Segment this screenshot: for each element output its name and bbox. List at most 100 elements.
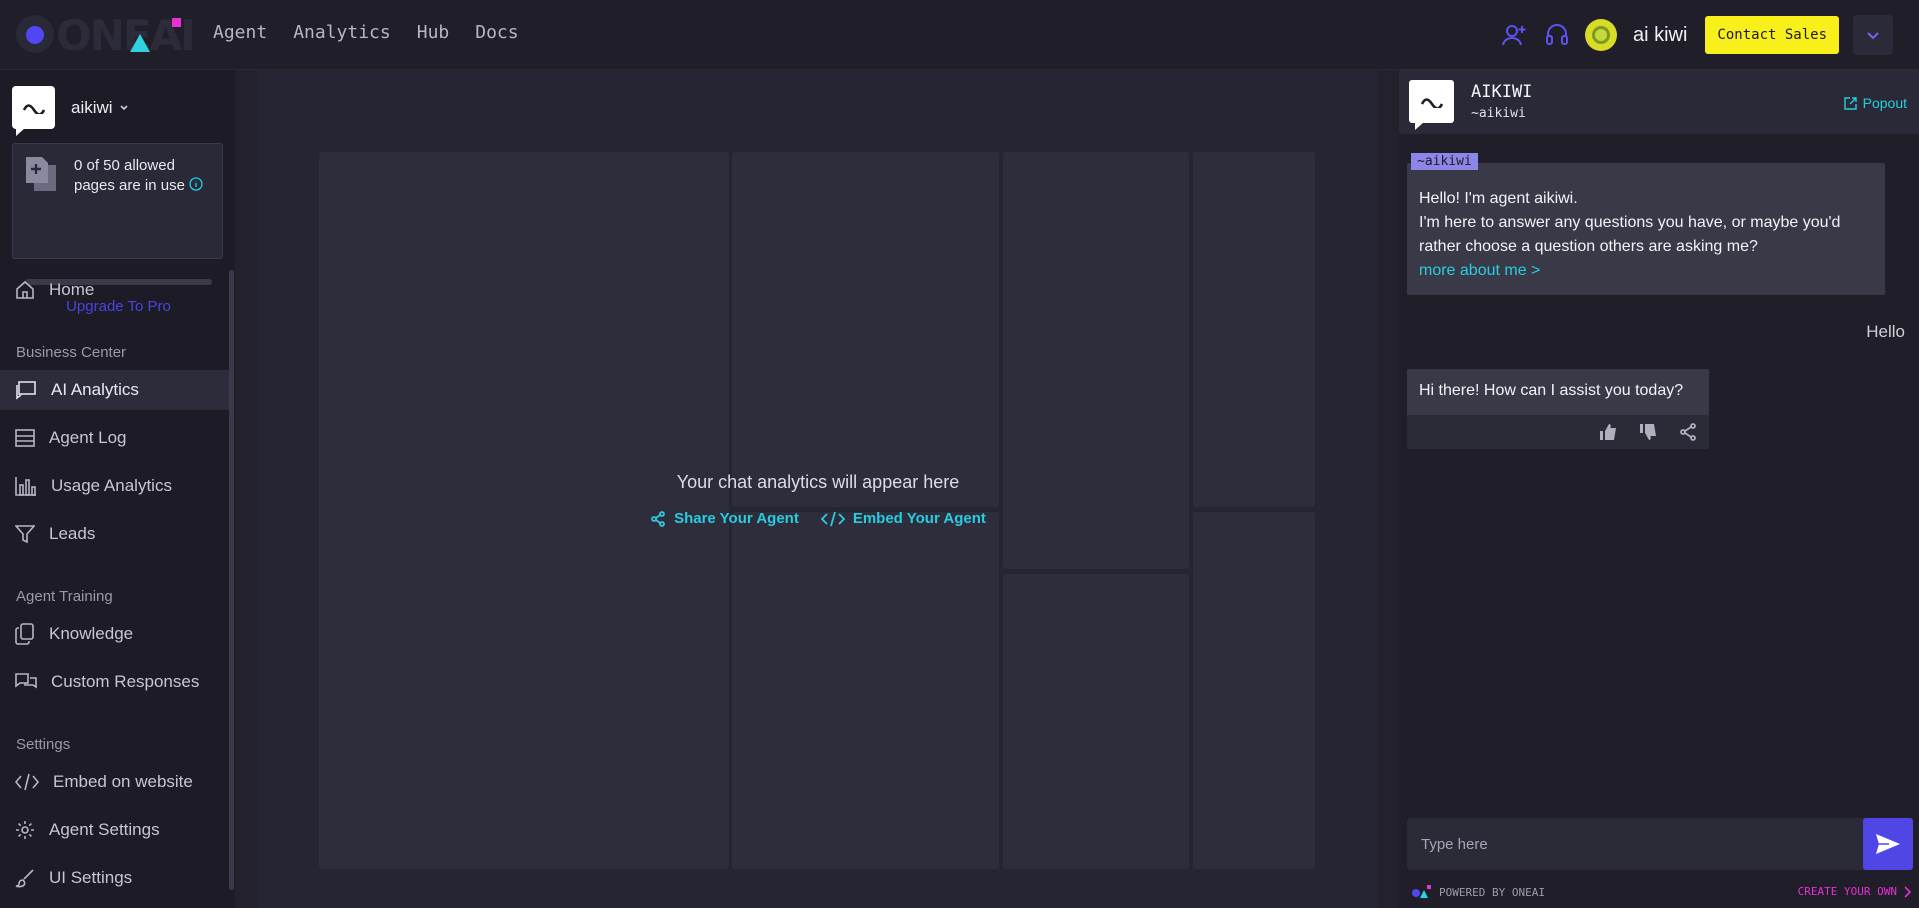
top-bar: ONEAI Agent Analytics Hub Docs ai kiwi C… bbox=[0, 0, 1919, 70]
chat-header: AIKIWI ~aikiwi Popout bbox=[1399, 70, 1919, 134]
user-name[interactable]: ai kiwi bbox=[1633, 24, 1687, 47]
placeholder-tile bbox=[732, 152, 999, 507]
agent-name: aikiwi bbox=[71, 97, 113, 117]
thumbs-up-icon[interactable] bbox=[1599, 423, 1617, 441]
sidebar-item-usage-analytics[interactable]: Usage Analytics bbox=[0, 466, 229, 506]
document-add-icon bbox=[26, 157, 56, 191]
placeholder-tile bbox=[1003, 574, 1189, 869]
send-icon bbox=[1876, 834, 1900, 854]
brush-icon bbox=[15, 869, 34, 888]
home-icon bbox=[16, 280, 34, 299]
sidebar-item-knowledge[interactable]: Knowledge bbox=[0, 614, 229, 654]
account-menu-button[interactable] bbox=[1853, 15, 1893, 55]
documents-icon bbox=[15, 623, 34, 645]
usage-text: 0 of 50 allowed pages are in use bbox=[74, 156, 214, 196]
agent-logo bbox=[12, 86, 55, 136]
oneai-mini-logo-icon bbox=[1412, 885, 1431, 898]
agent-tag: ~aikiwi bbox=[1411, 153, 1478, 170]
analytics-placeholder-area: Your chat analytics will appear here Sha… bbox=[258, 70, 1378, 908]
chevron-down-icon bbox=[1867, 32, 1879, 40]
create-your-own-label: CREATE YOUR OWN bbox=[1797, 885, 1897, 898]
sidebar-item-leads[interactable]: Leads bbox=[0, 514, 229, 554]
sidebar-item-label: AI Analytics bbox=[51, 380, 139, 399]
thumbs-down-icon[interactable] bbox=[1639, 423, 1657, 441]
headset-icon[interactable] bbox=[1543, 21, 1571, 49]
share-icon[interactable] bbox=[1679, 423, 1697, 441]
sidebar-item-home[interactable]: Home bbox=[0, 270, 229, 310]
contact-sales-button[interactable]: Contact Sales bbox=[1705, 16, 1839, 54]
chat-bubbles-icon bbox=[15, 673, 37, 689]
gear-icon bbox=[16, 821, 34, 839]
usage-card: 0 of 50 allowed pages are in use Upgrade… bbox=[12, 143, 223, 315]
sidebar-scrollbar[interactable] bbox=[229, 270, 234, 890]
placeholder-tile bbox=[1193, 512, 1315, 869]
nav-docs[interactable]: Docs bbox=[475, 22, 518, 43]
sidebar-item-label: Knowledge bbox=[49, 624, 134, 643]
send-button[interactable] bbox=[1863, 818, 1913, 870]
sidebar-item-label: Embed on website bbox=[53, 772, 193, 791]
create-your-own-link[interactable]: CREATE YOUR OWN bbox=[1798, 885, 1911, 898]
agent-logo bbox=[1409, 80, 1454, 130]
sidebar-item-label: Usage Analytics bbox=[51, 476, 172, 495]
code-icon bbox=[820, 511, 845, 526]
placeholder-tile bbox=[732, 512, 999, 869]
list-icon bbox=[15, 429, 35, 447]
info-icon[interactable] bbox=[189, 177, 203, 191]
section-business-center: Business Center bbox=[16, 344, 127, 361]
share-icon bbox=[651, 510, 665, 527]
chat-subtitle: ~aikiwi bbox=[1471, 106, 1526, 121]
sidebar-item-label: UI Settings bbox=[49, 868, 133, 887]
greeting-line: I'm here to answer any questions you hav… bbox=[1419, 214, 1841, 255]
sidebar-item-embed[interactable]: Embed on website bbox=[0, 762, 229, 802]
code-icon bbox=[15, 773, 39, 791]
avatar[interactable] bbox=[1584, 19, 1617, 51]
chat-footer: POWERED BY ONEAI CREATE YOUR OWN bbox=[1411, 882, 1911, 902]
share-agent-label: Share Your Agent bbox=[674, 510, 799, 527]
popout-label: Popout bbox=[1862, 95, 1907, 111]
sidebar-item-label: Agent Log bbox=[49, 428, 127, 447]
chat-title: AIKIWI bbox=[1471, 82, 1533, 102]
agent-selector[interactable]: aikiwi bbox=[12, 86, 129, 136]
sidebar-item-ai-analytics[interactable]: AI Analytics bbox=[0, 370, 229, 410]
oneai-logo[interactable]: ONEAI bbox=[16, 11, 196, 60]
external-link-icon bbox=[1843, 96, 1857, 110]
sidebar-item-label: Agent Settings bbox=[49, 820, 160, 839]
user-message: Hello bbox=[1866, 322, 1905, 341]
section-agent-training: Agent Training bbox=[16, 588, 113, 605]
chat-input[interactable] bbox=[1407, 818, 1857, 870]
more-about-me-link[interactable]: more about me > bbox=[1419, 259, 1879, 283]
sidebar-item-agent-settings[interactable]: Agent Settings bbox=[0, 810, 229, 850]
sidebar-item-label: Custom Responses bbox=[51, 672, 200, 691]
powered-by-label: POWERED BY ONEAI bbox=[1439, 885, 1545, 899]
nav-agent[interactable]: Agent bbox=[213, 22, 267, 43]
embed-agent-link[interactable]: Embed Your Agent bbox=[820, 510, 986, 527]
placeholder-tile bbox=[1193, 152, 1315, 507]
bar-chart-icon bbox=[15, 477, 36, 496]
main-nav: Agent Analytics Hub Docs bbox=[213, 22, 519, 43]
nav-hub[interactable]: Hub bbox=[417, 22, 450, 43]
greeting-line: Hello! I'm agent aikiwi. bbox=[1419, 190, 1578, 207]
chat-panel: AIKIWI ~aikiwi Popout Hello! I'm agent a… bbox=[1399, 70, 1919, 908]
embed-agent-label: Embed Your Agent bbox=[852, 510, 986, 527]
filter-icon bbox=[15, 525, 35, 544]
chat-input-bar bbox=[1407, 818, 1913, 870]
placeholder-title: Your chat analytics will appear here bbox=[676, 472, 960, 492]
sidebar-item-ui-settings[interactable]: UI Settings bbox=[0, 858, 229, 898]
section-settings: Settings bbox=[16, 736, 71, 753]
sidebar-item-agent-log[interactable]: Agent Log bbox=[0, 418, 229, 458]
popout-button[interactable]: Popout bbox=[1843, 95, 1907, 111]
sidebar-item-custom-responses[interactable]: Custom Responses bbox=[0, 662, 229, 702]
nav-analytics[interactable]: Analytics bbox=[293, 22, 391, 43]
sidebar-item-label: Home bbox=[49, 280, 95, 299]
bot-reply-text: Hi there! How can I assist you today? bbox=[1419, 382, 1684, 399]
add-user-icon[interactable] bbox=[1501, 21, 1529, 49]
chat-analytics-icon bbox=[16, 381, 36, 400]
sidebar: aikiwi 0 of 50 allowed pages are in use … bbox=[0, 70, 235, 908]
placeholder-tile bbox=[1003, 152, 1189, 569]
share-agent-link[interactable]: Share Your Agent bbox=[650, 510, 799, 527]
chevron-right-icon bbox=[1904, 885, 1911, 898]
chevron-down-icon bbox=[119, 104, 128, 110]
greeting-bubble: Hello! I'm agent aikiwi. I'm here to ans… bbox=[1407, 163, 1885, 295]
powered-by[interactable]: POWERED BY ONEAI bbox=[1411, 885, 1545, 899]
bot-reply-bubble: Hi there! How can I assist you today? bbox=[1407, 369, 1709, 449]
